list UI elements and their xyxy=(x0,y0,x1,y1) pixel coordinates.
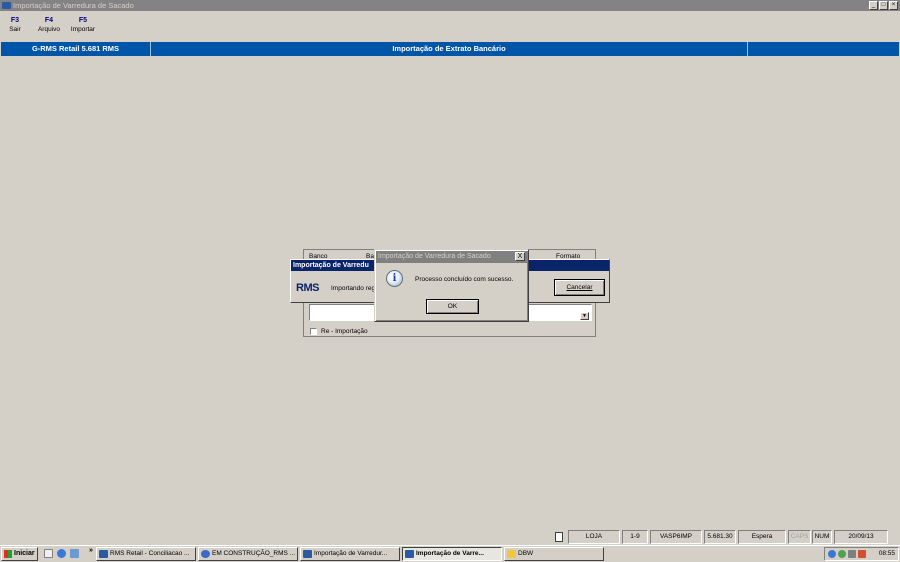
rms-app-icon xyxy=(405,550,414,558)
start-button[interactable]: Iniciar xyxy=(1,547,38,561)
web-page-icon xyxy=(201,550,210,558)
rms-app-icon xyxy=(99,550,108,558)
header-spacer xyxy=(748,42,899,56)
taskbar-item-rms-conciliacao[interactable]: RMS Retail - Conciliacao ... xyxy=(96,547,196,561)
taskbar-item-importacao-1[interactable]: Importação de Varredur... xyxy=(300,547,400,561)
app-icon xyxy=(2,2,11,9)
reimport-option[interactable]: Re - Importação xyxy=(310,328,368,335)
progress-message: Importando reg xyxy=(331,285,376,292)
statusbar: LOJA 1-9 VASP6IMP 5.681.30 Espera CAPS N… xyxy=(0,530,900,545)
info-icon: i xyxy=(386,270,403,287)
reimport-label: Re - Importação xyxy=(321,328,368,335)
volume-icon[interactable] xyxy=(848,550,856,558)
explorer-icon[interactable] xyxy=(70,549,79,558)
taskbar-item-label: RMS Retail - Conciliacao ... xyxy=(110,550,190,557)
f5-label: Importar xyxy=(70,26,96,33)
quicklaunch-chevron-icon[interactable]: » xyxy=(89,547,93,554)
taskbar-item-label: DBW xyxy=(518,550,534,557)
status-num: NUM xyxy=(812,530,832,544)
function-key-toolbar: F3 Sair F4 Arquivo F5 Importar xyxy=(0,16,102,34)
browser-icon[interactable] xyxy=(57,549,66,558)
window-titlebar: Importação de Varredura de Sacado _ □ × xyxy=(0,0,900,11)
header-bar: G-RMS Retail 5.681 RMS Importação de Ext… xyxy=(1,42,899,56)
show-desktop-icon[interactable] xyxy=(44,549,53,558)
start-label: Iniciar xyxy=(14,550,35,557)
f5-key: F5 xyxy=(78,17,88,24)
windows-flag-icon xyxy=(4,550,12,558)
document-icon xyxy=(552,530,566,544)
chevron-down-icon[interactable]: ▼ xyxy=(580,312,589,320)
cancel-button[interactable]: Cancelar xyxy=(554,279,605,296)
taskbar-item-label: Importação de Varre... xyxy=(416,550,484,557)
f3-key: F3 xyxy=(10,17,20,24)
f5-import-button[interactable]: F5 Importar xyxy=(68,16,98,34)
taskbar-item-label: EM CONSTRUÇÃO_RMS ... xyxy=(212,550,296,557)
taskbar-item-label: Importação de Varredur... xyxy=(314,550,388,557)
message-box: Importação de Varredura de Sacado X i Pr… xyxy=(374,249,529,322)
f3-label: Sair xyxy=(9,26,21,33)
taskbar: Iniciar » RMS Retail - Conciliacao ... E… xyxy=(0,545,900,562)
taskbar-item-importacao-2[interactable]: Importação de Varre... xyxy=(402,547,502,561)
f4-file-button[interactable]: F4 Arquivo xyxy=(34,16,64,34)
status-state: Espera xyxy=(738,530,786,544)
status-version: 5.681.30 xyxy=(704,530,736,544)
status-range: 1-9 xyxy=(622,530,648,544)
system-tray: 08:55 xyxy=(824,547,899,561)
message-box-titlebar: Importação de Varredura de Sacado X xyxy=(376,251,527,263)
minimize-icon[interactable]: _ xyxy=(869,1,878,10)
maximize-icon[interactable]: □ xyxy=(879,1,888,10)
taskbar-item-dbw[interactable]: DBW xyxy=(504,547,604,561)
message-text: Processo concluído com sucesso. xyxy=(415,276,514,283)
rms-logo: RMS xyxy=(296,282,319,294)
message-box-title: Importação de Varredura de Sacado xyxy=(378,253,491,260)
f3-exit-button[interactable]: F3 Sair xyxy=(0,16,30,34)
status-date: 20/09/13 xyxy=(834,530,888,544)
ok-button[interactable]: OK xyxy=(426,299,479,314)
window-title: Importação de Varredura de Sacado xyxy=(13,1,134,10)
network-icon[interactable] xyxy=(828,550,836,558)
rms-app-icon xyxy=(303,550,312,558)
taskbar-item-em-construcao[interactable]: EM CONSTRUÇÃO_RMS ... xyxy=(198,547,298,561)
f4-label: Arquivo xyxy=(37,26,61,33)
status-caps: CAPS xyxy=(788,530,811,544)
close-icon[interactable]: × xyxy=(889,1,898,10)
reimport-checkbox[interactable] xyxy=(310,328,317,335)
product-label: G-RMS Retail 5.681 RMS xyxy=(1,42,151,56)
clock: 08:55 xyxy=(878,550,895,557)
status-program: VASP6IMP xyxy=(650,530,702,544)
f4-key: F4 xyxy=(44,17,54,24)
screen-title: Importação de Extrato Bancário xyxy=(151,42,748,56)
status-loja: LOJA xyxy=(568,530,620,544)
folder-icon xyxy=(507,550,516,558)
close-icon[interactable]: X xyxy=(515,252,525,261)
update-icon[interactable] xyxy=(858,550,866,558)
antivirus-icon[interactable] xyxy=(838,550,846,558)
